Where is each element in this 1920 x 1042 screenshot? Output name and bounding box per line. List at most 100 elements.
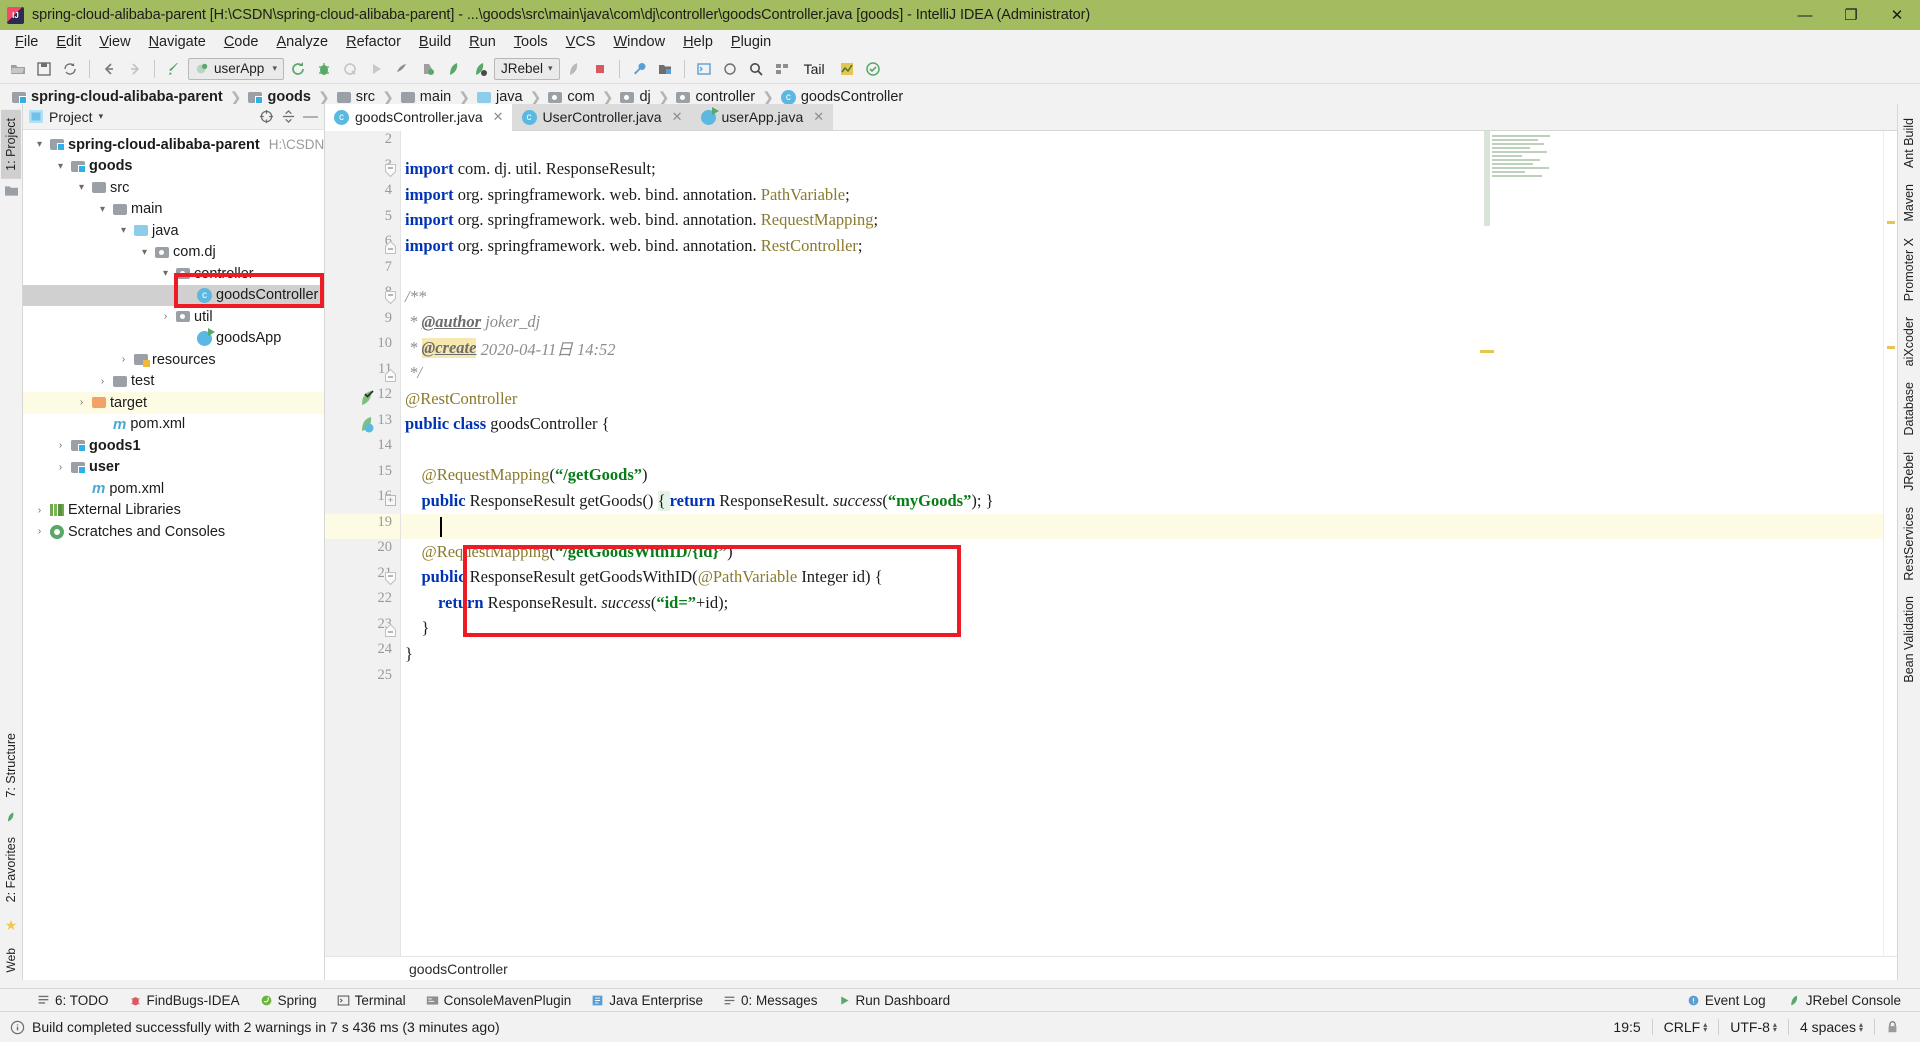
gutter-line-10[interactable]: 10 [325,335,400,361]
code-line-9[interactable]: * @author joker_dj [401,310,1883,336]
gutter-line-23[interactable]: 23 [325,616,400,642]
code-line-25[interactable] [401,667,1883,693]
bottom-tab-spring[interactable]: Spring [251,991,326,1010]
rail-item-aixcoder[interactable]: aiXcoder [1899,309,1919,374]
gutter-line-21[interactable]: 21 [325,565,400,591]
encoding-selector[interactable]: UTF-8 ▴ ▾ [1719,1019,1788,1035]
editor-gutter[interactable]: 2345678910111213141516+19202122232425 [325,131,401,956]
breadcrumb-item-com[interactable]: com [544,89,598,105]
close-icon[interactable]: ✕ [672,109,683,125]
bottom-tab-event-log[interactable]: Event Log [1678,991,1775,1010]
bottom-tab-6-todo[interactable]: 6: TODO [28,991,118,1010]
sync-icon[interactable] [58,57,82,81]
jrebel-debug-icon[interactable] [468,57,492,81]
gutter-line-2[interactable]: 2 [325,131,400,157]
editor-tab-goodscontroller-java[interactable]: c goodsController.java ✕ [325,104,513,131]
tree-node-external-libraries[interactable]: › External Libraries [23,500,324,522]
gutter-line-16[interactable]: 16+ [325,488,400,514]
breadcrumb-item-controller[interactable]: controller [672,89,759,105]
menu-item-build[interactable]: Build [410,32,460,52]
editor-breadcrumb-label[interactable]: goodsController [409,961,508,977]
breadcrumb-item-goodscontroller[interactable]: c goodsController [777,89,907,105]
tree-node-goods[interactable]: ▾ goods [23,156,324,178]
code-line-16[interactable]: public ResponseResult getGoods() { retur… [401,488,1883,514]
rail-item-ant-build[interactable]: Ant Build [1899,110,1919,176]
gutter-line-4[interactable]: 4 [325,182,400,208]
code-line-6[interactable]: import org. springframework. web. bind. … [401,233,1883,259]
profile-icon[interactable] [390,57,414,81]
rail-item-bean-validation[interactable]: Bean Validation [1899,588,1919,691]
rail-item-structure[interactable]: 7: Structure [1,725,21,806]
target-icon[interactable] [259,109,274,124]
fold-expand-icon[interactable]: + [385,495,396,506]
chevron-down-icon[interactable]: ▾ [272,63,277,74]
bottom-tab-consolemavenplugin[interactable]: ConsoleMavenPlugin [417,991,581,1010]
code-line-8[interactable]: /** [401,284,1883,310]
line-separator-selector[interactable]: CRLF ▴ ▾ [1653,1019,1719,1035]
tree-node-com-dj[interactable]: ▾ com.dj [23,242,324,264]
rail-item-project[interactable]: 1: Project [1,110,21,179]
code-line-12[interactable]: @RestController [401,386,1883,412]
chevron-down-icon[interactable]: ▾ [75,182,88,193]
build-icon[interactable] [162,57,186,81]
breadcrumb-item-goods[interactable]: goods [244,89,315,105]
chevron-down-icon[interactable]: ▾ [548,63,553,74]
editor-tab-usercontroller-java[interactable]: c UserController.java ✕ [512,104,692,130]
caret-position[interactable]: 19:5 [1602,1019,1651,1035]
lock-icon[interactable] [1875,1020,1910,1034]
tree-node-main[interactable]: ▾ main [23,199,324,221]
chevron-right-icon[interactable]: › [33,526,46,537]
menu-item-edit[interactable]: Edit [47,32,90,52]
gutter-line-12[interactable]: 12 [325,386,400,412]
gutter-line-25[interactable]: 25 [325,667,400,693]
code-line-2[interactable] [401,131,1883,157]
tree-node-src[interactable]: ▾ src [23,177,324,199]
gutter-line-20[interactable]: 20 [325,539,400,565]
code-line-3[interactable]: import com. dj. util. ResponseResult; [401,157,1883,183]
chevron-right-icon[interactable]: › [159,311,172,322]
close-button[interactable]: ✕ [1874,0,1920,30]
editor-tab-userapp-java[interactable]: userApp.java ✕ [691,104,834,130]
close-icon[interactable]: ✕ [493,109,504,125]
menu-item-analyze[interactable]: Analyze [268,32,338,52]
chevron-right-icon[interactable]: › [96,376,109,387]
code-line-23[interactable]: } [401,616,1883,642]
code-line-20[interactable]: @RequestMapping(“/getGoodsWithID/{id}”) [401,539,1883,565]
search-everywhere-icon[interactable] [744,57,768,81]
fold-collapse-icon[interactable] [385,571,396,585]
rail-item-database[interactable]: Database [1899,374,1919,444]
rerun-icon[interactable] [286,57,310,81]
breadcrumb-item-src[interactable]: src [333,89,379,105]
fold-end-icon[interactable] [385,240,396,254]
code-line-22[interactable]: return ResponseResult. success(“id=” +id)… [401,590,1883,616]
tree-node-pom-xml[interactable]: m pom.xml [23,414,324,436]
tree-node-user[interactable]: › user [23,457,324,479]
project-tree[interactable]: ▾spring-cloud-alibaba-parentH:\CSDN\spri… [23,130,324,980]
chart-icon[interactable] [835,57,859,81]
menu-item-navigate[interactable]: Navigate [140,32,215,52]
code-line-13[interactable]: public class goodsController { [401,412,1883,438]
rail-item-favorites[interactable]: 2: Favorites [1,829,21,910]
tree-node-controller[interactable]: ▾ controller [23,263,324,285]
code-line-15[interactable]: @RequestMapping(“/getGoods”) [401,463,1883,489]
breadcrumb-item-spring-cloud-alibaba-parent[interactable]: spring-cloud-alibaba-parent [8,89,227,105]
chevron-down-icon[interactable]: ▾ [117,225,130,236]
chevron-right-icon[interactable]: › [117,354,130,365]
bottom-tab-findbugs-idea[interactable]: FindBugs-IDEA [120,991,249,1010]
fold-end-icon[interactable] [385,623,396,637]
menu-item-run[interactable]: Run [460,32,505,52]
menu-item-help[interactable]: Help [674,32,722,52]
tree-node-pom-xml[interactable]: m pom.xml [23,478,324,500]
close-icon[interactable]: ✕ [813,109,824,125]
gutter-line-15[interactable]: 15 [325,463,400,489]
gutter-line-6[interactable]: 6 [325,233,400,259]
save-all-icon[interactable] [32,57,56,81]
tree-node-goodscontroller[interactable]: c goodsController [23,284,324,306]
grid-icon[interactable] [770,57,794,81]
tree-node-goodsapp[interactable]: goodsApp [23,327,324,350]
fold-end-icon[interactable] [385,368,396,382]
rail-item-web[interactable]: Web [1,940,21,980]
bottom-tab-run-dashboard[interactable]: Run Dashboard [829,991,960,1010]
code-line-21[interactable]: public ResponseResult getGoodsWithID(@Pa… [401,565,1883,591]
code-line-14[interactable] [401,437,1883,463]
